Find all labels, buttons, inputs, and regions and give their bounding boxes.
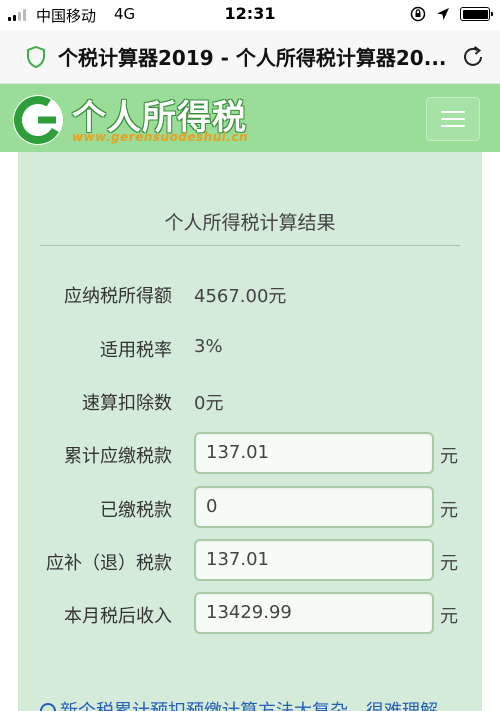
taxable-income-value: 4567.00元 <box>194 286 287 307</box>
refund-tax-unit: 元 <box>440 553 458 574</box>
site-header: 个人所得税 www.gerensuodeshui.cn <box>0 84 500 152</box>
paid-tax-field[interactable]: 0 <box>194 486 434 528</box>
info-link[interactable]: 新个税累计预扣预缴计算方法太复杂，很难理解 <box>18 697 482 711</box>
tax-rate-value: 3% <box>194 336 223 357</box>
page-title[interactable]: 个税计算器2019 - 个人所得税计算器20... <box>58 42 453 71</box>
info-icon <box>40 703 56 711</box>
after-tax-income-label: 本月税后收入 <box>64 606 172 627</box>
quick-deduction-value: 0元 <box>194 393 224 414</box>
cumulative-tax-label: 累计应缴税款 <box>64 446 172 467</box>
shield-icon <box>27 45 45 69</box>
status-bar: 中国移动 4G 12:31 <box>0 0 500 30</box>
battery-icon <box>460 7 493 21</box>
refund-tax-field[interactable]: 137.01 <box>194 539 434 581</box>
after-tax-income-unit: 元 <box>440 606 458 627</box>
tax-rate-label: 适用税率 <box>100 340 172 361</box>
result-title: 个人所得税计算结果 <box>164 212 336 234</box>
taxable-income-label: 应纳税所得额 <box>64 286 172 307</box>
hamburger-icon <box>441 111 465 113</box>
refund-tax-label: 应补（退）税款 <box>46 553 172 574</box>
logo-url: www.gerensuodeshui.cn <box>72 130 249 144</box>
paid-tax-label: 已缴税款 <box>100 500 172 521</box>
info-link-text[interactable]: 新个税累计预扣预缴计算方法太复杂，很难理解 <box>60 701 438 711</box>
address-bar[interactable]: 个税计算器2019 - 个人所得税计算器20... <box>0 30 500 84</box>
cumulative-tax-unit: 元 <box>440 446 458 467</box>
logo-icon[interactable] <box>12 94 64 146</box>
status-icons <box>410 6 493 22</box>
cumulative-tax-field[interactable]: 137.01 <box>194 432 434 474</box>
quick-deduction-label: 速算扣除数 <box>82 393 172 414</box>
menu-button[interactable] <box>426 97 480 141</box>
orientation-lock-icon <box>410 6 426 22</box>
divider <box>40 245 460 246</box>
main-content: 个人所得税计算结果 应纳税所得额 4567.00元 适用税率 3% 速算扣除数 … <box>0 152 500 711</box>
location-icon <box>437 8 449 20</box>
paid-tax-unit: 元 <box>440 500 458 521</box>
result-panel: 个人所得税计算结果 应纳税所得额 4567.00元 适用税率 3% 速算扣除数 … <box>18 152 482 711</box>
after-tax-income-field[interactable]: 13429.99 <box>194 592 434 634</box>
reload-icon[interactable] <box>460 44 486 70</box>
